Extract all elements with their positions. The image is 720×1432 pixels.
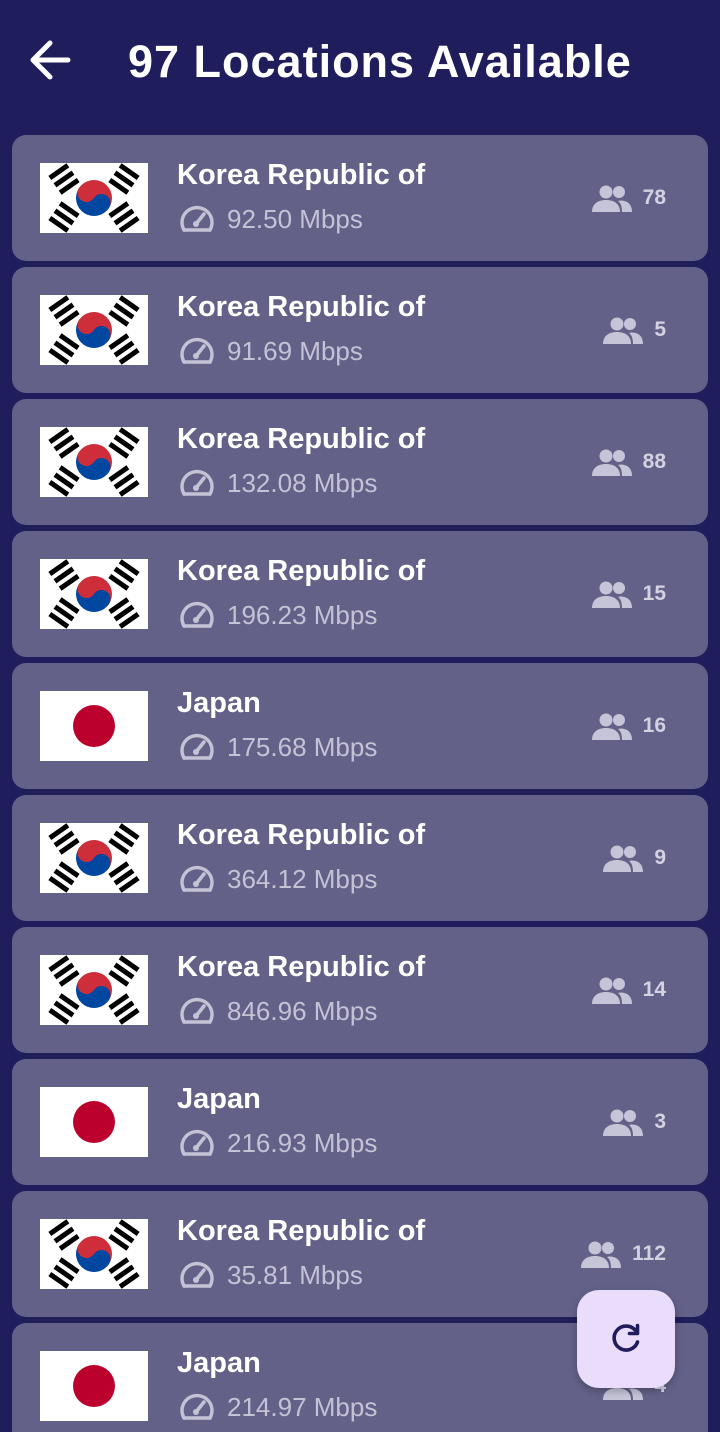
speedometer-icon (178, 202, 216, 236)
user-count: 14 (642, 978, 666, 1001)
korea-flag (40, 955, 148, 1025)
group-icon (591, 579, 633, 609)
speed-row: 214.97 Mbps (178, 1390, 377, 1424)
refresh-icon (612, 1323, 640, 1352)
server-card[interactable]: Korea Republic of 364.12 Mbps 9 (12, 795, 708, 921)
speed-row: 91.69 Mbps (178, 334, 363, 368)
speed-row: 132.08 Mbps (178, 466, 377, 500)
user-count-badge: 112 (580, 1237, 666, 1271)
user-count-badge: 9 (602, 841, 666, 875)
user-count-badge: 5 (602, 313, 666, 347)
group-icon (602, 1107, 644, 1137)
speed-value: 91.69 Mbps (227, 335, 363, 366)
server-card[interactable]: Korea Republic of 196.23 Mbps 15 (12, 531, 708, 657)
korea-flag (40, 427, 148, 497)
user-count: 15 (642, 582, 666, 605)
user-count: 3 (654, 1110, 666, 1133)
user-count: 9 (654, 846, 666, 869)
user-count-badge: 14 (591, 973, 666, 1007)
user-count: 112 (632, 1242, 666, 1265)
speed-value: 132.08 Mbps (227, 467, 378, 498)
speed-row: 92.50 Mbps (178, 202, 363, 236)
user-count-badge: 16 (591, 709, 666, 743)
server-card[interactable]: Japan 216.93 Mbps 3 (12, 1059, 708, 1185)
japan-flag (40, 1351, 148, 1421)
japan-flag (40, 1087, 148, 1157)
speed-value: 92.50 Mbps (227, 203, 363, 234)
user-count-badge: 15 (591, 577, 666, 611)
speed-row: 35.81 Mbps (178, 1258, 363, 1292)
speed-value: 35.81 Mbps (227, 1259, 363, 1290)
speed-value: 214.97 Mbps (227, 1391, 378, 1422)
country-name: Japan (177, 1347, 261, 1379)
korea-flag (40, 163, 148, 233)
user-count: 78 (642, 186, 666, 209)
country-name: Korea Republic of (177, 555, 426, 587)
user-count: 16 (642, 714, 666, 737)
speedometer-icon (178, 1390, 216, 1424)
speedometer-icon (178, 730, 216, 764)
group-icon (591, 447, 633, 477)
country-name: Japan (177, 687, 261, 719)
korea-flag (40, 295, 148, 365)
speed-value: 196.23 Mbps (227, 599, 378, 630)
server-card[interactable]: Korea Republic of 91.69 Mbps 5 (12, 267, 708, 393)
speedometer-icon (178, 334, 216, 368)
refresh-button[interactable] (577, 1290, 675, 1388)
country-name: Korea Republic of (177, 1215, 426, 1247)
speedometer-icon (178, 598, 216, 632)
app-screen: 97 Locations Available Korea Republic of… (0, 0, 720, 1432)
group-icon (602, 843, 644, 873)
user-count-badge: 3 (602, 1105, 666, 1139)
page-title: 97 Locations Available (128, 36, 632, 87)
korea-flag (40, 823, 148, 893)
speed-row: 196.23 Mbps (178, 598, 377, 632)
speed-row: 216.93 Mbps (178, 1126, 377, 1160)
group-icon (591, 183, 633, 213)
speed-value: 364.12 Mbps (227, 863, 378, 894)
user-count: 5 (654, 318, 666, 341)
country-name: Korea Republic of (177, 951, 426, 983)
back-button[interactable] (24, 36, 76, 84)
arrow-left-icon (30, 40, 71, 80)
group-icon (591, 975, 633, 1005)
server-card[interactable]: Korea Republic of 92.50 Mbps 78 (12, 135, 708, 261)
speedometer-icon (178, 862, 216, 896)
speed-row: 846.96 Mbps (178, 994, 377, 1028)
speedometer-icon (178, 1258, 216, 1292)
country-name: Korea Republic of (177, 819, 426, 851)
country-name: Korea Republic of (177, 159, 426, 191)
speed-row: 364.12 Mbps (178, 862, 377, 896)
speedometer-icon (178, 994, 216, 1028)
group-icon (580, 1239, 622, 1269)
server-card[interactable]: Japan 175.68 Mbps 16 (12, 663, 708, 789)
top-bar: 97 Locations Available (0, 0, 720, 124)
country-name: Korea Republic of (177, 423, 426, 455)
japan-flag (40, 691, 148, 761)
group-icon (591, 711, 633, 741)
server-list[interactable]: Korea Republic of 92.50 Mbps 78 Korea Re… (12, 135, 708, 1432)
speed-value: 846.96 Mbps (227, 995, 378, 1026)
user-count-badge: 88 (591, 445, 666, 479)
group-icon (602, 315, 644, 345)
speed-value: 216.93 Mbps (227, 1127, 378, 1158)
korea-flag (40, 559, 148, 629)
speedometer-icon (178, 466, 216, 500)
country-name: Korea Republic of (177, 291, 426, 323)
server-card[interactable]: Korea Republic of 846.96 Mbps 14 (12, 927, 708, 1053)
user-count-badge: 78 (591, 181, 666, 215)
server-card[interactable]: Korea Republic of 132.08 Mbps 88 (12, 399, 708, 525)
user-count: 88 (642, 450, 666, 473)
speed-row: 175.68 Mbps (178, 730, 377, 764)
country-name: Japan (177, 1083, 261, 1115)
speed-value: 175.68 Mbps (227, 731, 378, 762)
speedometer-icon (178, 1126, 216, 1160)
korea-flag (40, 1219, 148, 1289)
